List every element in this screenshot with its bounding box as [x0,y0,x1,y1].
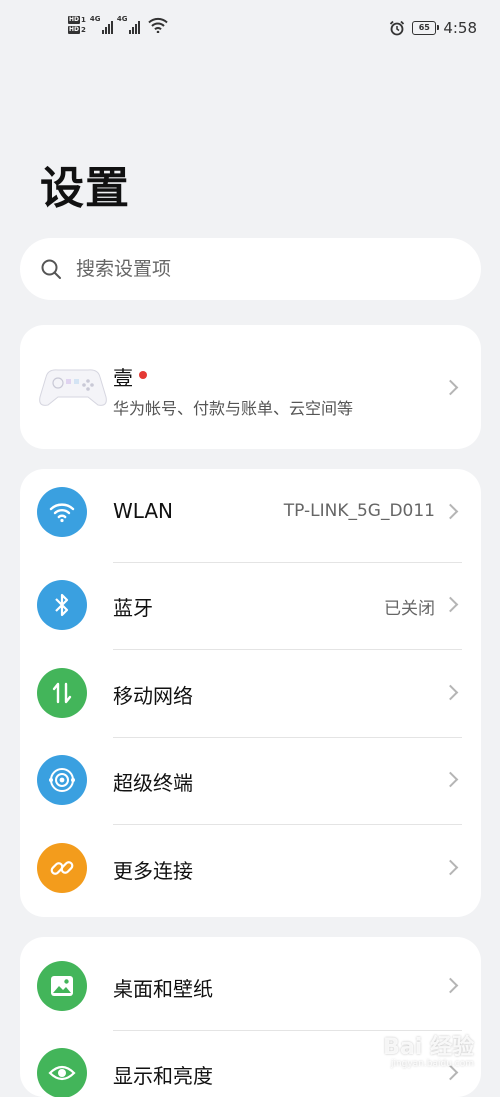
item-value: TP-LINK_5G_D011 [283,501,435,521]
avatar [39,369,107,406]
watermark-text: Bai 经验 [383,1035,474,1060]
item-value: 已关闭 [384,599,435,619]
search-bar[interactable] [20,238,481,300]
item-label: 蓝牙 [113,596,153,620]
hd-label: HD [68,26,81,34]
link-icon [37,843,87,893]
connectivity-group: WLAN TP-LINK_5G_D011 蓝牙 已关闭 移动网络 超级终端 更多… [20,469,481,917]
wifi-icon [37,487,87,537]
settings-item-wlan[interactable]: WLAN TP-LINK_5G_D011 [20,469,481,556]
chevron-right-icon [442,684,459,701]
item-label: 移动网络 [113,684,193,708]
network-type: 4G [116,15,128,23]
item-label: 超级终端 [113,771,193,795]
settings-item-mobile-network[interactable]: 移动网络 [20,650,481,737]
chevron-right-icon [442,859,459,876]
chevron-right-icon [442,379,459,396]
item-label: 桌面和壁纸 [113,977,213,1001]
eye-icon [37,1048,87,1097]
wallpaper-icon [37,961,87,1011]
clock: 4:58 [443,19,477,37]
settings-item-bluetooth[interactable]: 蓝牙 已关闭 [20,562,481,649]
status-bar: HD 1 HD 2 4G 4G 65 4:58 [0,0,500,60]
watermark-sub: jingyan.baidu.com [390,1059,474,1069]
chevron-right-icon [442,771,459,788]
hd-sim1: HD 1 [68,16,86,24]
hd-label: HD [68,16,81,24]
sim-number: 1 [81,16,86,24]
settings-item-wallpaper[interactable]: 桌面和壁纸 [20,943,481,1030]
item-label: WLAN [113,499,174,523]
chevron-right-icon [442,596,459,613]
search-icon [41,259,61,279]
item-label: 更多连接 [113,859,193,883]
alarm-icon [390,20,405,36]
wifi-status-icon [148,17,168,33]
search-input[interactable] [74,257,438,281]
account-card[interactable]: 壹 华为帐号、付款与账单、云空间等 [20,325,481,449]
notification-dot [139,371,147,379]
settings-item-super-device[interactable]: 超级终端 [20,737,481,824]
hd-indicators: HD 1 HD 2 [68,16,86,34]
hd-sim2: HD 2 [68,26,86,34]
network-type: 4G [89,15,101,23]
signal-sim1-icon: 4G [89,15,113,34]
signal-sim2-icon: 4G [116,15,140,34]
status-left: HD 1 HD 2 4G 4G [68,15,168,34]
account-name: 壹 [113,366,133,390]
super-device-icon [37,755,87,805]
page-title: 设置 [40,163,130,214]
mobile-network-icon [37,668,87,718]
status-right: 65 4:58 [389,19,477,37]
account-subtitle: 华为帐号、付款与账单、云空间等 [113,399,354,418]
chevron-right-icon [442,503,459,520]
display-group: 桌面和壁纸 显示和亮度 [20,937,481,1097]
settings-item-more-connections[interactable]: 更多连接 [20,825,481,912]
item-label: 显示和亮度 [113,1064,213,1088]
battery-icon: 65 [412,21,440,35]
chevron-right-icon [442,977,459,994]
watermark: Bai 经验 jingyan.baidu.com [383,1029,474,1069]
sim-number: 2 [81,26,86,34]
bluetooth-icon [37,580,87,630]
